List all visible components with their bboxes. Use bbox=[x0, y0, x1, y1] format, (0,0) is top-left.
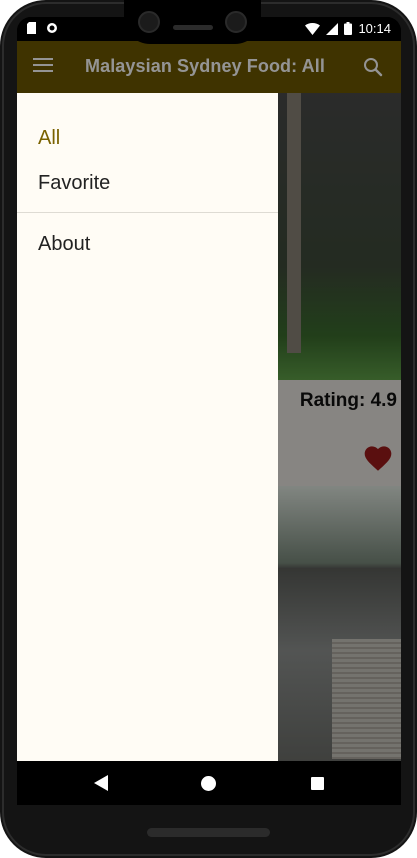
signal-icon bbox=[326, 22, 339, 35]
bottom-speaker bbox=[147, 828, 270, 837]
drawer-item-favorite[interactable]: Favorite bbox=[38, 172, 110, 195]
wifi-icon bbox=[305, 22, 321, 35]
front-camera-icon bbox=[225, 11, 247, 33]
phone-frame: Rating: 4.9 Malaysian Sydney Food: All A bbox=[0, 0, 417, 858]
drawer-item-all[interactable]: All bbox=[38, 127, 60, 150]
drawer-divider bbox=[17, 212, 278, 213]
system-nav-bar bbox=[17, 761, 401, 805]
earpiece-speaker bbox=[173, 25, 213, 30]
back-icon[interactable] bbox=[94, 775, 108, 791]
notification-dot-icon bbox=[47, 23, 57, 33]
battery-icon bbox=[344, 22, 353, 35]
drawer-item-about[interactable]: About bbox=[38, 233, 90, 256]
status-time: 10:14 bbox=[358, 21, 391, 36]
sim-card-icon bbox=[27, 22, 36, 34]
home-icon[interactable] bbox=[201, 776, 216, 791]
front-camera-icon bbox=[138, 11, 160, 33]
camera-notch bbox=[124, 0, 261, 44]
recents-icon[interactable] bbox=[311, 777, 324, 790]
navigation-drawer: All Favorite About bbox=[17, 93, 278, 761]
screen: Rating: 4.9 Malaysian Sydney Food: All A bbox=[17, 17, 401, 805]
